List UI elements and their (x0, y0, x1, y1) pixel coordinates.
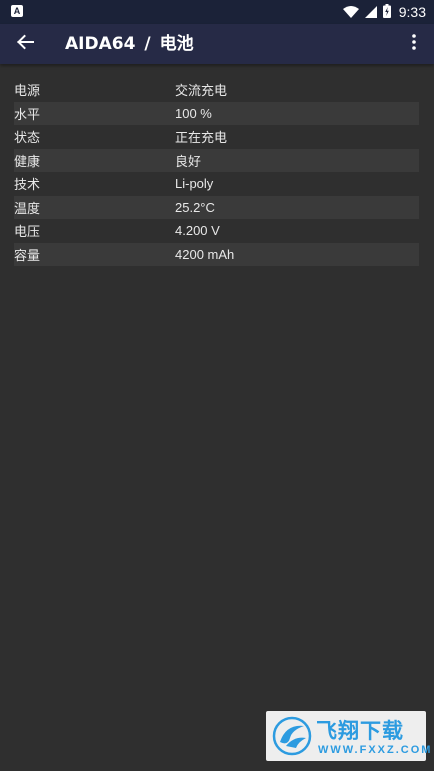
row-value: 100 % (175, 105, 212, 121)
status-bar: A 9:33 (0, 0, 434, 24)
row-label: 容量 (14, 248, 41, 264)
table-row: 容量 4200 mAh (14, 242, 419, 266)
battery-charging-icon (382, 3, 391, 22)
app-bar: AIDA64 / 电池 (0, 24, 434, 64)
battery-info-table: 电源 交流充电 水平 100 % 状态 正在充电 健康 良好 技术 Li-pol… (14, 78, 419, 266)
cell-signal-icon (364, 3, 377, 22)
watermark-brand-en: WWW.FXXZ.COM (318, 744, 433, 756)
arrow-back-icon (16, 33, 34, 55)
app-name: AIDA64 (65, 34, 136, 54)
table-row: 健康 良好 (14, 148, 419, 172)
page-name: 电池 (159, 34, 194, 54)
title-separator: / (144, 34, 151, 54)
watermark-brand-cn: 飞翔下载 (316, 719, 404, 743)
notification-app-icon: A (11, 5, 23, 17)
watermark-logo-icon (272, 716, 312, 756)
row-label: 技术 (14, 178, 41, 194)
table-row: 技术 Li-poly (14, 172, 419, 196)
row-value: 交流充电 (175, 83, 228, 99)
row-value: 25.2°C (175, 199, 215, 215)
row-value: 4200 mAh (175, 246, 235, 262)
row-label: 状态 (14, 131, 41, 147)
table-row: 电源 交流充电 (14, 78, 419, 102)
watermark: 飞翔下载 WWW.FXXZ.COM (266, 711, 430, 761)
table-row: 状态 正在充电 (14, 125, 419, 149)
row-label: 电压 (14, 225, 41, 241)
row-value: 良好 (175, 153, 202, 169)
table-row: 温度 25.2°C (14, 195, 419, 219)
row-value: 正在充电 (175, 130, 228, 146)
status-icons: 9:33 (342, 0, 426, 24)
row-label: 健康 (14, 154, 41, 170)
status-time: 9:33 (398, 4, 426, 20)
back-button[interactable] (10, 30, 40, 58)
row-label: 水平 (14, 107, 41, 123)
page-title: AIDA64 / 电池 (65, 24, 194, 64)
row-value: 4.200 V (175, 223, 220, 239)
row-label: 温度 (14, 201, 41, 217)
table-row: 水平 100 % (14, 101, 419, 125)
row-label: 电源 (14, 84, 41, 100)
row-value: Li-poly (175, 176, 214, 192)
more-vert-icon (411, 34, 417, 54)
table-row: 电压 4.200 V (14, 219, 419, 243)
overflow-menu-button[interactable] (402, 32, 426, 56)
wifi-icon (342, 3, 359, 22)
